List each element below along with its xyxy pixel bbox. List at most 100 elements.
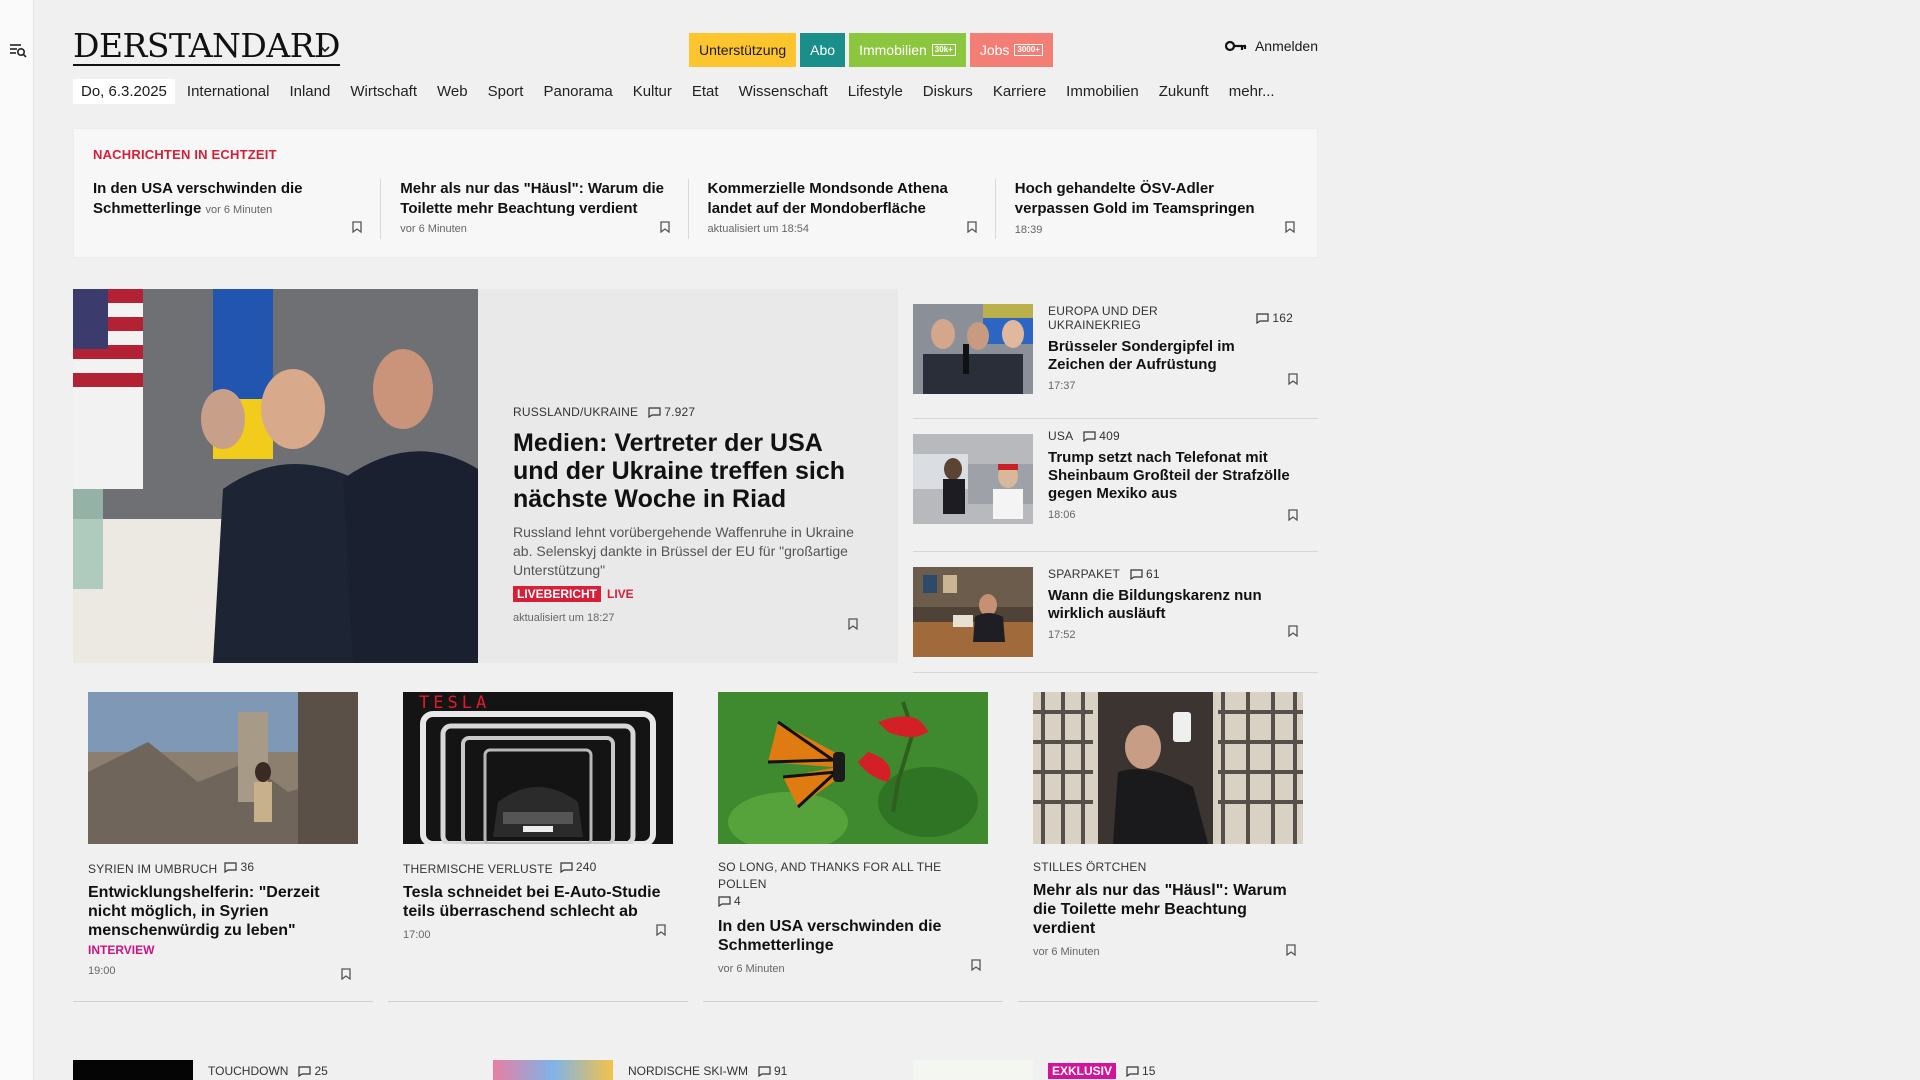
bookmark-icon[interactable] [1288, 373, 1298, 385]
side-photo [913, 567, 1033, 657]
menu-search-icon[interactable] [9, 42, 27, 58]
comment-count[interactable]: 15 [1126, 1064, 1155, 1078]
bookmark-icon[interactable] [341, 968, 351, 980]
ticker-item[interactable]: Mehr als nur das "Häusl": Warum die Toil… [400, 179, 689, 239]
nav-item-panorama[interactable]: Panorama [543, 83, 612, 100]
bookmark-icon[interactable] [656, 924, 666, 936]
bookmark-icon[interactable] [1288, 625, 1298, 637]
nav-item-wissenschaft[interactable]: Wissenschaft [739, 83, 828, 100]
side-title[interactable]: Trump setzt nach Telefonat mit Sheinbaum… [1048, 449, 1293, 503]
article-card[interactable]: SYRIEN IM UMBRUCH 36 Entwicklungshelferi… [73, 692, 373, 1002]
side-title[interactable]: Wann die Bildungskarenz nun wirklich aus… [1048, 587, 1293, 623]
ticker-time: aktualisiert um 18:54 [707, 223, 810, 235]
kicker-label: USA [1048, 429, 1074, 443]
side-thumbnail[interactable] [913, 567, 1033, 657]
comment-count[interactable]: 36 [224, 859, 254, 876]
nav-item-zukunft[interactable]: Zukunft [1159, 83, 1209, 100]
bookmark-icon[interactable] [659, 221, 670, 233]
ticker-headline-wrap: Hoch gehandelte ÖSV-Adler verpassen Gold… [1015, 179, 1281, 240]
ticker-time: vor 6 Minuten [400, 223, 467, 235]
bottom-article[interactable]: NORDISCHE SKI-WM 91 [493, 1060, 787, 1080]
comment-count[interactable]: 7.927 [648, 405, 695, 419]
jobs-button[interactable]: Jobs 3000+ [969, 33, 1053, 67]
card-title[interactable]: Mehr als nur das "Häusl": Warum die Toil… [1033, 881, 1303, 938]
left-rail [0, 0, 34, 1080]
side-article[interactable]: USA 409 Trump setzt nach Telefonat mit Sh… [913, 419, 1318, 552]
card-title[interactable]: In den USA verschwinden die Schmetterlin… [718, 917, 988, 955]
comment-count[interactable]: 4 [718, 893, 741, 910]
abo-button[interactable]: Abo [800, 33, 846, 67]
interview-label: INTERVIEW [88, 943, 155, 957]
login-button[interactable]: Anmelden [1224, 38, 1318, 54]
lead-image[interactable] [73, 289, 478, 663]
side-title[interactable]: Brüsseler Sondergipfel im Zeichen der Au… [1048, 338, 1293, 374]
lead-badges: LIVEBERICHT LIVE [513, 586, 873, 602]
key-icon [1224, 40, 1247, 52]
article-card[interactable]: STILLES ÖRTCHEN Mehr als nur das "Häusl"… [1018, 692, 1318, 1002]
article-card[interactable]: SO LONG, AND THANKS FOR ALL THE POLLEN 4 … [703, 692, 1003, 1002]
bottom-thumbnail[interactable] [493, 1060, 613, 1080]
bookmark-icon[interactable] [848, 618, 858, 630]
ticker-headline: Kommerzielle Mondsonde Athena landet auf… [707, 180, 948, 217]
bottom-article[interactable]: TOUCHDOWN 25 [73, 1060, 328, 1080]
bookmark-icon[interactable] [967, 221, 977, 233]
side-text: EUROPA UND DER UKRAINEKRIEG 162 Brüsseler… [1048, 304, 1293, 392]
side-thumbnail[interactable] [913, 304, 1033, 394]
comment-count[interactable]: 240 [560, 859, 597, 876]
card-title[interactable]: Tesla schneidet bei E-Auto-Studie teils … [403, 883, 673, 921]
bottom-thumbnail[interactable] [73, 1060, 193, 1080]
bookmark-icon[interactable] [1288, 509, 1298, 521]
side-article[interactable]: EUROPA UND DER UKRAINEKRIEG 162 Brüsseler… [913, 289, 1318, 419]
side-thumbnail[interactable] [913, 434, 1033, 524]
side-time: 17:52 [1048, 629, 1076, 641]
lead-story[interactable]: RUSSLAND/UKRAINE 7.927 Medien: Vertreter… [73, 289, 898, 663]
ticker-item[interactable]: Hoch gehandelte ÖSV-Adler verpassen Gold… [1015, 179, 1303, 239]
card-image[interactable] [1033, 692, 1303, 844]
nav-item-web[interactable]: Web [437, 83, 468, 100]
comment-icon [1126, 1065, 1139, 1077]
side-text: SPARPAKET 61 Wann die Bildungskarenz nun … [1048, 567, 1293, 641]
side-kicker: SPARPAKET 61 [1048, 567, 1293, 581]
nav-item-immobilien[interactable]: Immobilien [1066, 83, 1139, 100]
nav-item-sport[interactable]: Sport [488, 83, 524, 100]
card-image[interactable]: TESLA [403, 692, 673, 844]
pill-tag: 30k+ [931, 44, 956, 56]
bookmark-icon[interactable] [971, 959, 981, 971]
bottom-kicker: EXKLUSIV 15 [1048, 1060, 1155, 1080]
bottom-kicker: NORDISCHE SKI-WM 91 [628, 1060, 787, 1080]
article-card[interactable]: TESLA THERMISCHE VERLUSTE 240 Tesla schn… [388, 692, 688, 1002]
nav-item-kultur[interactable]: Kultur [633, 83, 672, 100]
card-image[interactable] [88, 692, 358, 844]
chevron-down-icon[interactable] [318, 42, 332, 56]
bookmark-icon[interactable] [1285, 221, 1295, 233]
ticker-item[interactable]: Kommerzielle Mondsonde Athena landet auf… [708, 179, 996, 239]
nav-item-international[interactable]: International [187, 83, 270, 100]
comment-count[interactable]: 162 [1256, 311, 1293, 325]
nav-item-mehr[interactable]: mehr... [1229, 83, 1275, 100]
bottom-thumbnail[interactable] [913, 1060, 1033, 1080]
nav-item-lifestyle[interactable]: Lifestyle [848, 83, 903, 100]
comment-count[interactable]: 409 [1083, 429, 1120, 443]
nav-item-etat[interactable]: Etat [692, 83, 719, 100]
site-logo[interactable]: DERSTANDARD [73, 28, 341, 66]
card-time: 19:00 [88, 965, 116, 977]
immobilien-button[interactable]: Immobilien 30k+ [849, 33, 966, 67]
comment-count[interactable]: 91 [758, 1064, 787, 1078]
bookmark-icon[interactable] [352, 221, 362, 233]
ticker-item[interactable]: In den USA verschwinden die Schmetterlin… [93, 179, 382, 239]
lead-title[interactable]: Medien: Vertreter der USA und der Ukrain… [513, 429, 873, 513]
comment-count[interactable]: 61 [1130, 567, 1160, 581]
bookmark-icon[interactable] [1286, 944, 1296, 956]
comment-count[interactable]: 25 [298, 1064, 328, 1078]
nav-item-inland[interactable]: Inland [289, 83, 330, 100]
kicker-label: THERMISCHE VERLUSTE [403, 862, 553, 876]
pill-label: Immobilien [859, 42, 927, 58]
card-image[interactable] [718, 692, 988, 844]
nav-item-diskurs[interactable]: Diskurs [923, 83, 973, 100]
card-title[interactable]: Entwicklungshelferin: "Derzeit nicht mög… [88, 883, 358, 940]
nav-item-wirtschaft[interactable]: Wirtschaft [350, 83, 417, 100]
side-article[interactable]: SPARPAKET 61 Wann die Bildungskarenz nun … [913, 552, 1318, 673]
nav-item-karriere[interactable]: Karriere [993, 83, 1046, 100]
unterstuetzung-button[interactable]: Unterstützung [689, 33, 797, 67]
bottom-article[interactable]: EXKLUSIV 15 [913, 1060, 1155, 1080]
